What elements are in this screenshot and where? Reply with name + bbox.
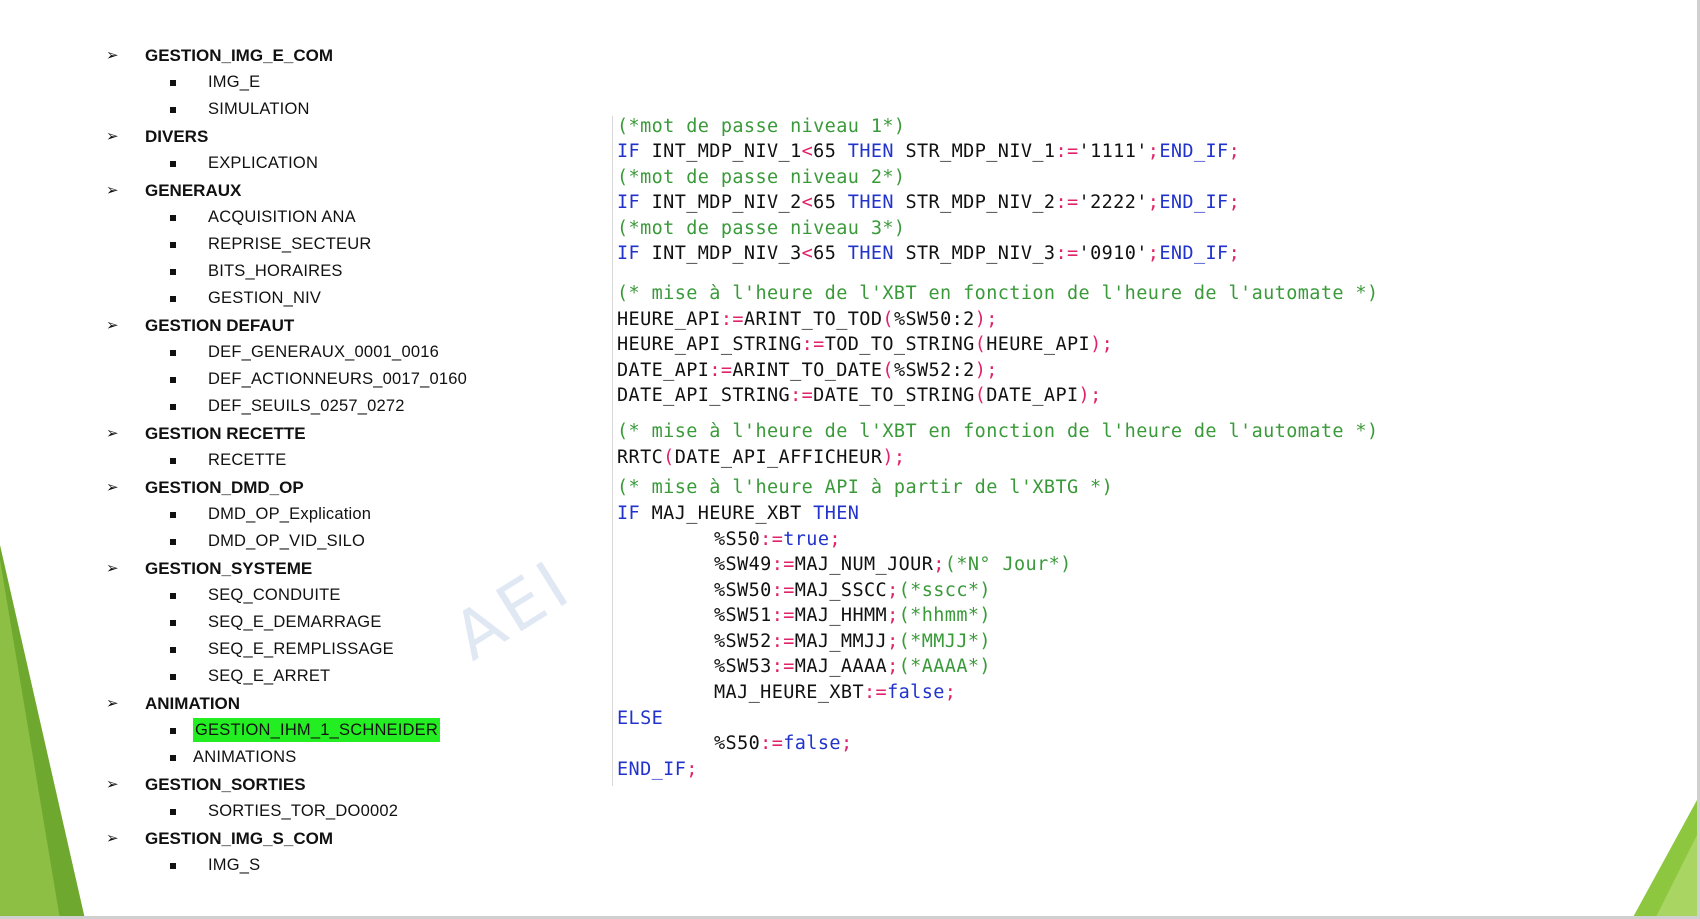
arrow-bullet-icon: ➢ [106,559,119,577]
arrow-bullet-icon: ➢ [106,181,119,199]
square-bullet-icon [170,539,176,545]
square-bullet-icon [170,80,176,86]
square-bullet-icon [170,458,176,464]
code-line: IF MAJ_HEURE_XBT THEN [617,503,860,524]
code-comment: (*mot de passe niveau 2*) [617,167,906,188]
code-line: IF INT_MDP_NIV_2<65 THEN STR_MDP_NIV_2:=… [617,192,1241,213]
square-bullet-icon [170,728,176,734]
square-bullet-icon [170,242,176,248]
item-label: DEF_GENERAUX_0001_0016 [208,343,439,361]
square-bullet-icon [170,674,176,680]
section-title: GESTION_SORTIES [145,775,306,794]
code-comment: (* mise à l'heure API à partir de l'XBTG… [617,477,1114,498]
square-bullet-icon [170,404,176,410]
item-label: ACQUISITION ANA [208,208,356,226]
square-bullet-icon [170,269,176,275]
square-bullet-icon [170,161,176,167]
item-label-highlighted: GESTION_IHM_1_SCHNEIDER [193,718,440,742]
square-bullet-icon [170,863,176,869]
section-title: GENERAUX [145,181,242,200]
item-label: GESTION_NIV [208,289,322,307]
code-line: HEURE_API:=ARINT_TO_TOD(%SW50:2); [617,309,998,330]
section-title: ANIMATION [145,694,241,713]
item-label: ANIMATIONS [193,748,297,766]
code-line: HEURE_API_STRING:=TOD_TO_STRING(HEURE_AP… [617,334,1114,355]
square-bullet-icon [170,593,176,599]
item-label: BITS_HORAIRES [208,262,343,280]
item-label: DEF_ACTIONNEURS_0017_0160 [208,370,468,388]
code-line: %SW52:=MAJ_MMJJ;(*MMJJ*) [714,631,991,652]
item-label: DMD_OP_Explication [208,505,372,523]
item-label: DMD_OP_VID_SILO [208,532,366,550]
code-comment: (*mot de passe niveau 3*) [617,218,906,239]
code-block: (*mot de passe niveau 1*) IF INT_MDP_NIV… [612,116,1443,786]
code-line: %S50:=true; [714,529,841,550]
item-label: SEQ_CONDUITE [208,586,341,604]
square-bullet-icon [170,512,176,518]
arrow-bullet-icon: ➢ [106,478,119,496]
arrow-bullet-icon: ➢ [106,775,119,793]
arrow-bullet-icon: ➢ [106,694,119,712]
code-line: %SW49:=MAJ_NUM_JOUR;(*N° Jour*) [714,554,1072,575]
code-line: %SW51:=MAJ_HHMM;(*hhmm*) [714,605,991,626]
slide: AEI ➢ GESTION_IMG_E_COM IMG_E SIMULATION … [0,0,1700,919]
square-bullet-icon [170,620,176,626]
item-label: REPRISE_SECTEUR [208,235,372,253]
square-bullet-icon [170,107,176,113]
code-line: ELSE [617,708,664,729]
item-label: EXPLICATION [208,154,319,172]
code-comment: (* mise à l'heure de l'XBT en fonction d… [617,421,1379,442]
square-bullet-icon [170,215,176,221]
code-line: %SW50:=MAJ_SSCC;(*sscc*) [714,580,991,601]
item-label: IMG_E [208,73,261,91]
square-bullet-icon [170,296,176,302]
square-bullet-icon [170,647,176,653]
item-label: RECETTE [208,451,287,469]
arrow-bullet-icon: ➢ [106,829,119,847]
item-label: SEQ_E_DEMARRAGE [208,613,382,631]
arrow-bullet-icon: ➢ [106,424,119,442]
square-bullet-icon [170,377,176,383]
arrow-bullet-icon: ➢ [106,46,119,64]
code-line: DATE_API:=ARINT_TO_DATE(%SW52:2); [617,360,998,381]
item-label: SIMULATION [208,100,310,118]
square-bullet-icon [170,350,176,356]
item-label: SEQ_E_REMPLISSAGE [208,640,394,658]
code-comment: (* mise à l'heure de l'XBT en fonction d… [617,283,1379,304]
section-title: GESTION_SYSTEME [145,559,313,578]
square-bullet-icon [170,809,176,815]
code-line: END_IF; [617,759,698,780]
code-line: %S50:=false; [714,733,853,754]
square-bullet-icon [170,755,176,761]
code-line: RRTC(DATE_API_AFFICHEUR); [617,447,906,468]
section-title: GESTION_DMD_OP [145,478,304,497]
section-title: GESTION RECETTE [145,424,306,443]
item-label: DEF_SEUILS_0257_0272 [208,397,405,415]
code-line: IF INT_MDP_NIV_1<65 THEN STR_MDP_NIV_1:=… [617,141,1241,162]
item-label: IMG_S [208,856,261,874]
code-comment: (*mot de passe niveau 1*) [617,116,906,137]
arrow-bullet-icon: ➢ [106,316,119,334]
section-title: GESTION DEFAUT [145,316,295,335]
item-label: SEQ_E_ARRET [208,667,331,685]
code-line: MAJ_HEURE_XBT:=false; [714,682,957,703]
code-line: DATE_API_STRING:=DATE_TO_STRING(DATE_API… [617,385,1102,406]
section-title: GESTION_IMG_S_COM [145,829,333,848]
code-line: %SW53:=MAJ_AAAA;(*AAAA*) [714,656,991,677]
code-line: IF INT_MDP_NIV_3<65 THEN STR_MDP_NIV_3:=… [617,243,1241,264]
arrow-bullet-icon: ➢ [106,127,119,145]
section-title: GESTION_IMG_E_COM [145,46,333,65]
item-label: SORTIES_TOR_DO0002 [208,802,399,820]
section-title: DIVERS [145,127,209,146]
